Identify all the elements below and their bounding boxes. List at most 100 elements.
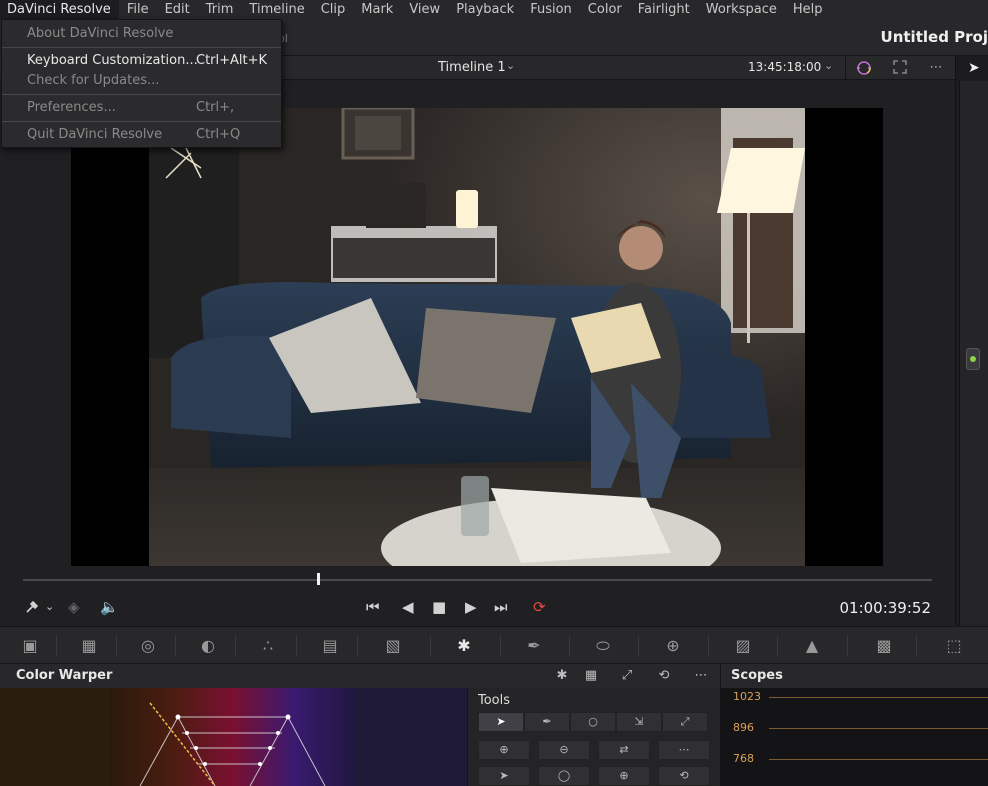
menu-bar: DaVinci Resolve File Edit Trim Timeline … xyxy=(0,0,988,19)
collapse-tool-button[interactable]: ⇲ xyxy=(616,712,662,732)
tools-label: Tools xyxy=(478,693,511,708)
rgb-mixer-icon[interactable]: ∴ xyxy=(256,635,280,657)
play-icon[interactable]: ▶ xyxy=(465,598,477,616)
menu-item-about[interactable]: About DaVinci Resolve xyxy=(2,23,281,45)
menu-playback[interactable]: Playback xyxy=(448,0,522,19)
menu-trim[interactable]: Trim xyxy=(198,0,242,19)
menu-color[interactable]: Color xyxy=(580,0,630,19)
undo-button[interactable]: ⟲ xyxy=(658,766,710,786)
expand-tool-button[interactable]: ⤢ xyxy=(662,712,708,732)
key-icon[interactable]: ▩ xyxy=(872,635,896,657)
motion-effects-icon[interactable]: ▤ xyxy=(318,635,342,657)
scope-gridline xyxy=(769,759,988,760)
curves-icon[interactable]: ▧ xyxy=(381,635,405,657)
menu-item-label: Keyboard Customization... xyxy=(27,53,198,68)
scopes-title: Scopes xyxy=(731,668,783,683)
chevron-down-icon[interactable]: ⌄ xyxy=(506,59,515,72)
menu-clip[interactable]: Clip xyxy=(313,0,354,19)
select-point-button[interactable]: ➤ xyxy=(478,766,530,786)
menu-item-preferences[interactable]: Preferences... Ctrl+, xyxy=(2,97,281,119)
palette-toolbar: ▣ ▦ ◎ ◐ ∴ ▤ ▧ ✱ ✒ ⬭ ⊕ ▨ ▲ ▩ ⬚ xyxy=(0,626,988,664)
menu-workspace[interactable]: Workspace xyxy=(698,0,785,19)
menu-davinci-resolve[interactable]: DaVinci Resolve xyxy=(0,0,119,19)
menu-item-quit[interactable]: Quit DaVinci Resolve Ctrl+Q xyxy=(2,124,281,146)
menu-mark[interactable]: Mark xyxy=(353,0,401,19)
window-icon[interactable]: ⬭ xyxy=(591,635,615,657)
menu-item-shortcut: Ctrl+Q xyxy=(196,127,241,142)
video-frame xyxy=(71,108,883,566)
expand-icon[interactable]: ⤢ xyxy=(616,667,638,685)
timecode-readout: 01:00:39:52 xyxy=(839,599,931,617)
remove-point-button[interactable]: ⊖ xyxy=(538,740,590,760)
chevron-down-icon[interactable]: ⌄ xyxy=(45,598,54,616)
color-warper-icon[interactable]: ✱ xyxy=(452,635,476,657)
camera-raw-icon[interactable]: ▣ xyxy=(18,635,42,657)
more-icon[interactable]: ⋯ xyxy=(926,59,946,77)
lasso-button[interactable]: ◯ xyxy=(538,766,590,786)
menu-item-keyboard-customization[interactable]: Keyboard Customization... Ctrl+Alt+K xyxy=(2,50,281,72)
transport-bar: ⌄ ◈ 🔈 ⏮ ◀ ■ ▶ ⏭ ⟳ 01:00:39:52 xyxy=(0,566,955,626)
qualifier-icon[interactable]: ✒ xyxy=(522,635,546,657)
scope-label-896: 896 xyxy=(733,721,754,734)
more-icon[interactable]: ⋯ xyxy=(690,667,712,685)
playhead[interactable] xyxy=(317,573,321,585)
menu-help[interactable]: Help xyxy=(785,0,831,19)
warper-hue-sat-icon[interactable]: ✱ xyxy=(551,667,573,685)
scrubber-track[interactable] xyxy=(23,579,932,581)
select-tool-button[interactable]: ➤ xyxy=(478,712,524,732)
scopes-display[interactable]: 1023 896 768 xyxy=(720,688,988,786)
link-points-button[interactable]: ⋯ xyxy=(658,740,710,760)
menu-item-shortcut: Ctrl+, xyxy=(196,100,235,115)
swap-button[interactable]: ⇄ xyxy=(598,740,650,760)
layers-icon[interactable]: ◈ xyxy=(68,598,80,616)
timecode-display[interactable]: 13:45:18:00 xyxy=(748,60,821,74)
scopes-header: Scopes xyxy=(720,664,988,688)
color-warper-header: Color Warper ✱ ▦ ⤢ ⟲ ⋯ xyxy=(0,664,720,688)
loop-icon[interactable]: ⟳ xyxy=(533,598,546,616)
last-frame-icon[interactable]: ⏭ xyxy=(494,598,508,616)
hdr-icon[interactable]: ◐ xyxy=(196,635,220,657)
menu-item-label: Quit DaVinci Resolve xyxy=(27,127,163,142)
chevron-down-icon[interactable]: ⌄ xyxy=(824,59,833,72)
panel-title: Color Warper xyxy=(16,668,113,683)
scope-label-1023: 1023 xyxy=(733,690,761,703)
pointer-icon[interactable]: ➤ xyxy=(968,60,980,76)
sizing-icon[interactable]: ⬚ xyxy=(942,635,966,657)
stop-icon[interactable]: ■ xyxy=(432,598,446,616)
menu-fusion[interactable]: Fusion xyxy=(522,0,580,19)
divider xyxy=(845,56,846,80)
menu-file[interactable]: File xyxy=(119,0,157,19)
reset-icon[interactable]: ⟲ xyxy=(653,667,675,685)
node-output-dot[interactable] xyxy=(966,348,980,370)
menu-separator xyxy=(2,121,281,122)
tracker-icon[interactable]: ⊕ xyxy=(661,635,685,657)
node-editor-strip[interactable]: ➤ xyxy=(955,56,988,626)
add-point-button[interactable]: ⊕ xyxy=(478,740,530,760)
globe-button[interactable]: ⊕ xyxy=(598,766,650,786)
first-frame-icon[interactable]: ⏮ xyxy=(366,598,380,616)
color-warper-canvas[interactable] xyxy=(0,688,467,786)
menu-item-shortcut: Ctrl+Alt+K xyxy=(196,53,268,68)
menu-edit[interactable]: Edit xyxy=(157,0,198,19)
magic-mask-icon[interactable]: ▨ xyxy=(731,635,755,657)
menu-view[interactable]: View xyxy=(401,0,448,19)
brush-tool-button[interactable]: ✒ xyxy=(524,712,570,732)
menu-separator xyxy=(2,47,281,48)
speaker-icon[interactable]: 🔈 xyxy=(100,598,119,616)
timeline-selector[interactable]: Timeline 1 xyxy=(438,60,506,75)
picker-icon[interactable] xyxy=(23,598,41,620)
prev-frame-icon[interactable]: ◀ xyxy=(402,598,414,616)
menu-item-check-updates[interactable]: Check for Updates... xyxy=(2,70,281,92)
pin-tool-button[interactable]: ○ xyxy=(570,712,616,732)
fullscreen-icon[interactable] xyxy=(890,59,910,77)
menu-item-label: Preferences... xyxy=(27,100,116,115)
menu-timeline[interactable]: Timeline xyxy=(241,0,312,19)
color-wheel-icon[interactable] xyxy=(854,59,874,77)
menu-fairlight[interactable]: Fairlight xyxy=(630,0,698,19)
primaries-icon[interactable]: ◎ xyxy=(136,635,160,657)
grid-icon[interactable]: ▦ xyxy=(580,667,602,685)
tools-panel: Tools ➤ ✒ ○ ⇲ ⤢ ⊕ ⊖ ⇄ ⋯ ➤ ◯ ⊕ ⟲ xyxy=(467,688,720,786)
viewer[interactable] xyxy=(0,108,955,566)
blur-icon[interactable]: ▲ xyxy=(800,635,824,657)
color-match-icon[interactable]: ▦ xyxy=(77,635,101,657)
